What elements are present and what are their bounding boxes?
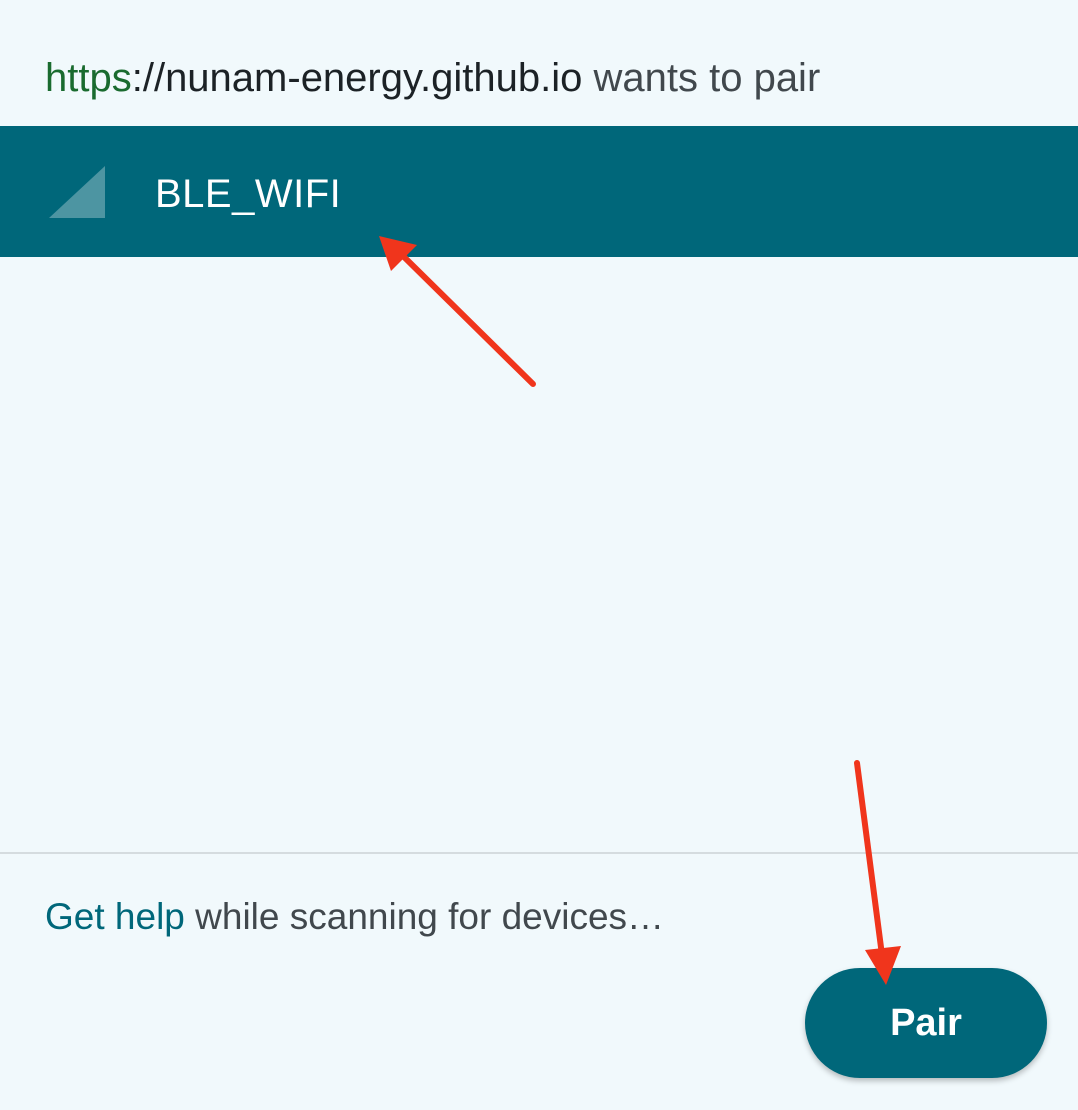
signal-strength-icon bbox=[49, 166, 105, 218]
pairing-request-title: https://nunam-energy.github.io wants to … bbox=[45, 52, 820, 104]
divider bbox=[0, 852, 1078, 854]
pair-request-text: wants to pair bbox=[582, 56, 821, 100]
scanning-status-text: while scanning for devices… bbox=[184, 896, 665, 937]
origin-host: nunam-energy.github.io bbox=[165, 56, 583, 100]
scanning-status: Get help while scanning for devices… bbox=[45, 894, 664, 940]
device-name: BLE_WIFI bbox=[155, 172, 342, 216]
origin-separator: :// bbox=[131, 56, 166, 100]
get-help-link[interactable]: Get help bbox=[45, 896, 185, 937]
device-list-item-ble-wifi[interactable]: BLE_WIFI bbox=[0, 126, 1078, 257]
annotation-arrow-device bbox=[379, 236, 536, 387]
annotation-arrow-pair bbox=[854, 760, 901, 985]
pair-button[interactable]: Pair bbox=[805, 968, 1047, 1078]
origin-scheme: https bbox=[45, 56, 132, 100]
